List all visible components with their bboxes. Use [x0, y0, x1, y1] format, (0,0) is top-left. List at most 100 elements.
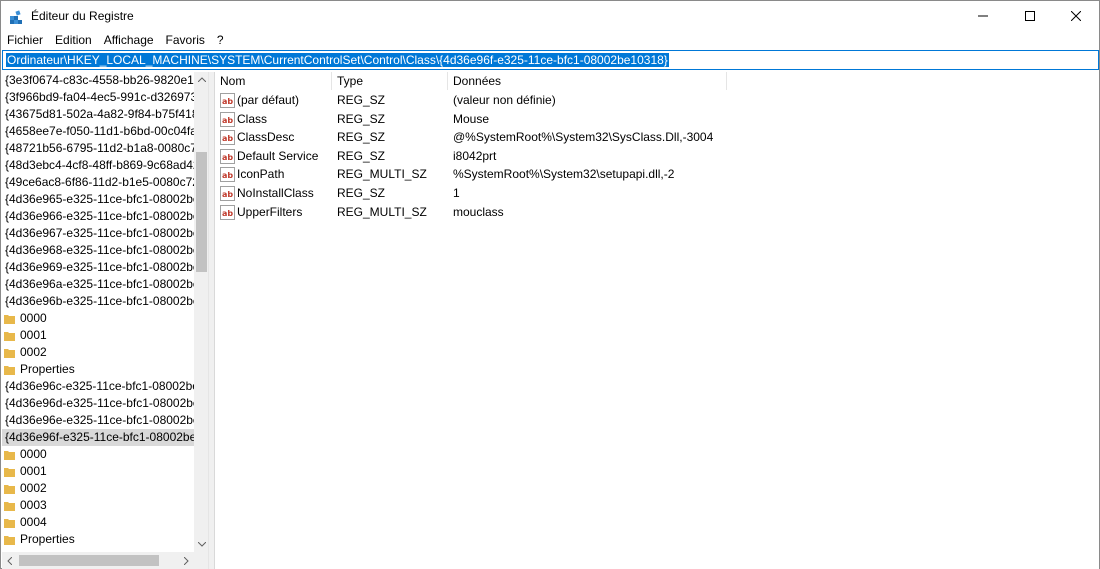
- tree-key-item[interactable]: {3f966bd9-fa04-4ec5-991c-d326973b: [2, 89, 194, 106]
- tree-item-label: {3f966bd9-fa04-4ec5-991c-d326973b: [5, 90, 194, 104]
- menu-help[interactable]: ?: [211, 31, 230, 49]
- tree-item-label: Properties: [20, 362, 75, 376]
- minimize-button[interactable]: [960, 1, 1006, 31]
- value-type: REG_SZ: [337, 111, 386, 126]
- tree-item-label: 0000: [20, 447, 47, 461]
- tree-key-item[interactable]: {4d36e96d-e325-11ce-bfc1-08002be: [2, 395, 194, 412]
- tree-item-label: {4d36e96a-e325-11ce-bfc1-08002be: [5, 277, 194, 291]
- folder-icon: [4, 534, 15, 545]
- column-header-type[interactable]: Type: [332, 72, 448, 90]
- values-pane[interactable]: Nom Type Données ab (par défaut) REG_SZ (va…: [214, 72, 1099, 569]
- tree-key-item[interactable]: {48721b56-6795-11d2-b1a8-0080c72: [2, 140, 194, 157]
- minimize-icon: [978, 15, 988, 17]
- tree-key-item[interactable]: {48d3ebc4-4cf8-48ff-b869-9c68ad42: [2, 157, 194, 174]
- tree-horizontal-scrollbar[interactable]: [2, 552, 194, 569]
- value-data: i8042prt: [453, 148, 497, 163]
- string-value-icon: ab: [220, 111, 235, 127]
- value-row[interactable]: ab IconPath REG_MULTI_SZ %SystemRoot%\Syste…: [215, 165, 815, 184]
- tree-item-label: 0001: [20, 328, 47, 342]
- scroll-right-icon[interactable]: [179, 552, 194, 569]
- tree-item-label: {43675d81-502a-4a82-9f84-b75f418c: [5, 107, 194, 121]
- value-row[interactable]: ab NoInstallClass REG_SZ 1: [215, 184, 815, 203]
- tree-key-item[interactable]: {43675d81-502a-4a82-9f84-b75f418c: [2, 106, 194, 123]
- close-button[interactable]: [1053, 1, 1099, 31]
- value-data: mouclass: [453, 204, 504, 219]
- tree-item-label: 0000: [20, 311, 47, 325]
- tree-item-label: 0002: [20, 481, 47, 495]
- tree-item-label: {4d36e966-e325-11ce-bfc1-08002be: [5, 209, 194, 223]
- folder-icon: [4, 483, 15, 494]
- tree-folder-item[interactable]: Properties: [2, 361, 194, 378]
- tree-folder-item[interactable]: 0000: [2, 446, 194, 463]
- value-row[interactable]: ab Class REG_SZ Mouse: [215, 110, 815, 129]
- horizontal-scroll-thumb[interactable]: [19, 555, 159, 566]
- value-type: REG_SZ: [337, 186, 386, 200]
- tree-key-item[interactable]: {4d36e967-e325-11ce-bfc1-08002be: [2, 225, 194, 242]
- menu-favoris[interactable]: Favoris: [160, 31, 211, 49]
- key-tree: {3e3f0674-c83c-4558-bb26-9820e1e {3f966bd…: [2, 72, 194, 548]
- address-bar[interactable]: Ordinateur\HKEY_LOCAL_MACHINE\SYSTEM\Cur…: [2, 50, 1099, 70]
- tree-folder-item[interactable]: 0004: [2, 514, 194, 531]
- menu-affichage[interactable]: Affichage: [98, 31, 160, 49]
- tree-key-item[interactable]: {49ce6ac8-6f86-11d2-b1e5-0080c72: [2, 174, 194, 191]
- value-data: 1: [453, 186, 460, 200]
- folder-icon: [4, 449, 15, 460]
- value-name: ClassDesc: [237, 130, 295, 145]
- string-value-icon: ab: [220, 93, 235, 108]
- title-bar: Éditeur du Registre: [1, 1, 1099, 31]
- tree-key-item[interactable]: {4d36e966-e325-11ce-bfc1-08002be: [2, 208, 194, 225]
- tree-key-item[interactable]: {4d36e96f-e325-11ce-bfc1-08002be1: [2, 429, 194, 446]
- key-tree-pane[interactable]: {3e3f0674-c83c-4558-bb26-9820e1e {3f966bd…: [2, 72, 209, 569]
- tree-key-item[interactable]: {4d36e96e-e325-11ce-bfc1-08002be: [2, 412, 194, 429]
- tree-item-label: 0003: [20, 498, 47, 512]
- value-row[interactable]: ab Default Service REG_SZ i8042prt: [215, 147, 815, 166]
- tree-folder-item[interactable]: 0001: [2, 463, 194, 480]
- column-header-data[interactable]: Données: [448, 72, 727, 90]
- tree-key-item[interactable]: {3e3f0674-c83c-4558-bb26-9820e1e: [2, 72, 194, 89]
- value-row[interactable]: ab (par défaut) REG_SZ (valeur non définie): [215, 91, 815, 110]
- tree-folder-item[interactable]: Properties: [2, 531, 194, 548]
- value-row[interactable]: ab UpperFilters REG_MULTI_SZ mouclass: [215, 203, 815, 222]
- vertical-scroll-thumb[interactable]: [196, 152, 207, 272]
- value-name: Class: [237, 111, 268, 126]
- close-icon: [1071, 11, 1081, 21]
- tree-item-label: {4d36e965-e325-11ce-bfc1-08002be: [5, 192, 194, 206]
- maximize-button[interactable]: [1007, 1, 1053, 31]
- menu-edition[interactable]: Edition: [49, 31, 98, 49]
- folder-icon: [4, 347, 15, 358]
- registry-editor-window: Éditeur du Registre Fichier Edition Affi…: [0, 0, 1100, 569]
- tree-folder-item[interactable]: 0000: [2, 310, 194, 327]
- menu-fichier[interactable]: Fichier: [1, 31, 49, 49]
- tree-key-item[interactable]: {4d36e965-e325-11ce-bfc1-08002be: [2, 191, 194, 208]
- value-row[interactable]: ab ClassDesc REG_SZ @%SystemRoot%\System32\…: [215, 128, 815, 147]
- string-value-icon: ab: [220, 204, 235, 220]
- tree-item-label: Properties: [20, 532, 75, 546]
- tree-key-item[interactable]: {4d36e968-e325-11ce-bfc1-08002be: [2, 242, 194, 259]
- value-name: (par défaut): [237, 93, 300, 107]
- tree-key-item[interactable]: {4658ee7e-f050-11d1-b6bd-00c04fa: [2, 123, 194, 140]
- tree-key-item[interactable]: {4d36e969-e325-11ce-bfc1-08002be: [2, 259, 194, 276]
- tree-vertical-scrollbar[interactable]: [194, 72, 208, 552]
- tree-key-item[interactable]: {4d36e96c-e325-11ce-bfc1-08002be: [2, 378, 194, 395]
- value-type: REG_SZ: [337, 93, 386, 107]
- tree-key-item[interactable]: {4d36e96b-e325-11ce-bfc1-08002be: [2, 293, 194, 310]
- scroll-left-icon[interactable]: [2, 552, 17, 569]
- svg-text:ab: ab: [222, 116, 233, 125]
- scroll-up-icon[interactable]: [194, 72, 208, 87]
- folder-icon: [4, 466, 15, 477]
- tree-folder-item[interactable]: 0002: [2, 344, 194, 361]
- tree-folder-item[interactable]: 0003: [2, 497, 194, 514]
- tree-item-label: {48d3ebc4-4cf8-48ff-b869-9c68ad42: [5, 158, 194, 172]
- tree-key-item[interactable]: {4d36e96a-e325-11ce-bfc1-08002be: [2, 276, 194, 293]
- scroll-down-icon[interactable]: [194, 537, 208, 552]
- svg-text:ab: ab: [222, 209, 233, 218]
- address-path[interactable]: Ordinateur\HKEY_LOCAL_MACHINE\SYSTEM\Cur…: [6, 53, 669, 67]
- column-header-name[interactable]: Nom: [215, 72, 332, 90]
- svg-text:ab: ab: [222, 171, 233, 180]
- folder-icon: [4, 330, 15, 341]
- svg-text:ab: ab: [222, 190, 233, 199]
- tree-folder-item[interactable]: 0001: [2, 327, 194, 344]
- tree-item-label: {4d36e96f-e325-11ce-bfc1-08002be1: [5, 430, 194, 444]
- svg-text:ab: ab: [222, 134, 233, 143]
- tree-folder-item[interactable]: 0002: [2, 480, 194, 497]
